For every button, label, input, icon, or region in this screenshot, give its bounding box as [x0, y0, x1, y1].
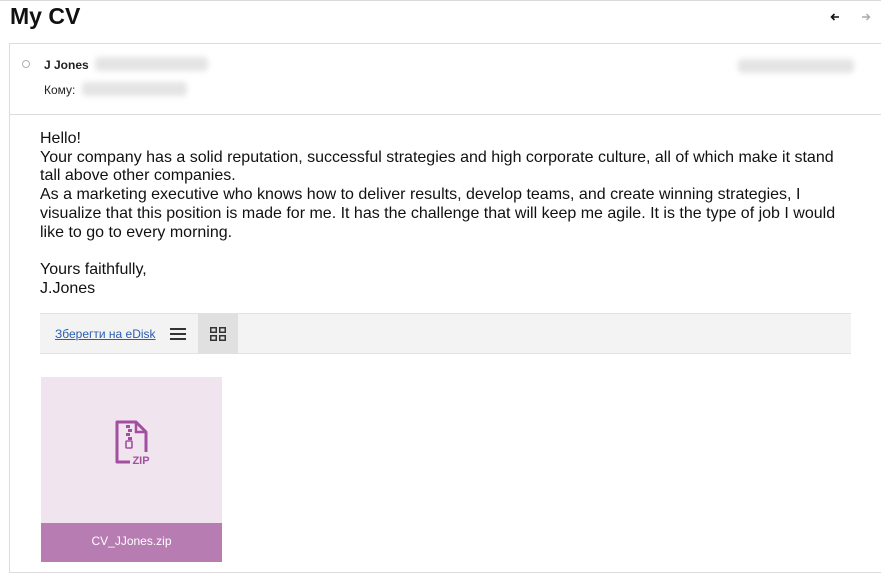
body-closing: Yours faithfully,: [40, 260, 147, 278]
select-message-radio[interactable]: [22, 60, 30, 68]
body-paragraph-1: Your company has a solid reputation, suc…: [40, 148, 834, 185]
zip-file-icon: ZIP: [115, 420, 154, 467]
body-signature: J.Jones: [40, 279, 96, 297]
grid-view-button[interactable]: [198, 314, 238, 354]
recipient-label: Кому:: [44, 83, 76, 97]
attachment-filename: CV_JJones.zip: [41, 523, 222, 562]
list-view-button[interactable]: [158, 314, 198, 354]
sender-name[interactable]: J Jones: [44, 58, 89, 72]
recipient-email-redacted: [82, 82, 187, 96]
message-subject: My CV: [10, 3, 81, 29]
previous-message-button[interactable]: [824, 8, 846, 26]
attachment-tile[interactable]: ZIP CV_JJones.zip: [41, 377, 222, 562]
zip-label: ZIP: [132, 455, 149, 467]
attachments-toolbar: Зберегти на eDisk: [40, 313, 851, 354]
grid-view-icon: [210, 327, 226, 341]
top-divider: [0, 0, 881, 1]
list-view-icon: [170, 328, 186, 340]
sender-email-redacted: [95, 57, 208, 71]
message-date-redacted: [738, 59, 854, 73]
body-greeting: Hello!: [40, 130, 81, 147]
header-divider: [10, 114, 881, 115]
save-to-edisk-link[interactable]: Зберегти на eDisk: [55, 327, 156, 341]
arrow-left-icon: [830, 13, 839, 21]
message-body: Hello! Your company has a solid reputati…: [40, 130, 840, 298]
next-message-button[interactable]: [855, 8, 877, 26]
arrow-right-icon: [862, 13, 871, 21]
body-paragraph-2: As a marketing executive who knows how t…: [40, 186, 836, 241]
